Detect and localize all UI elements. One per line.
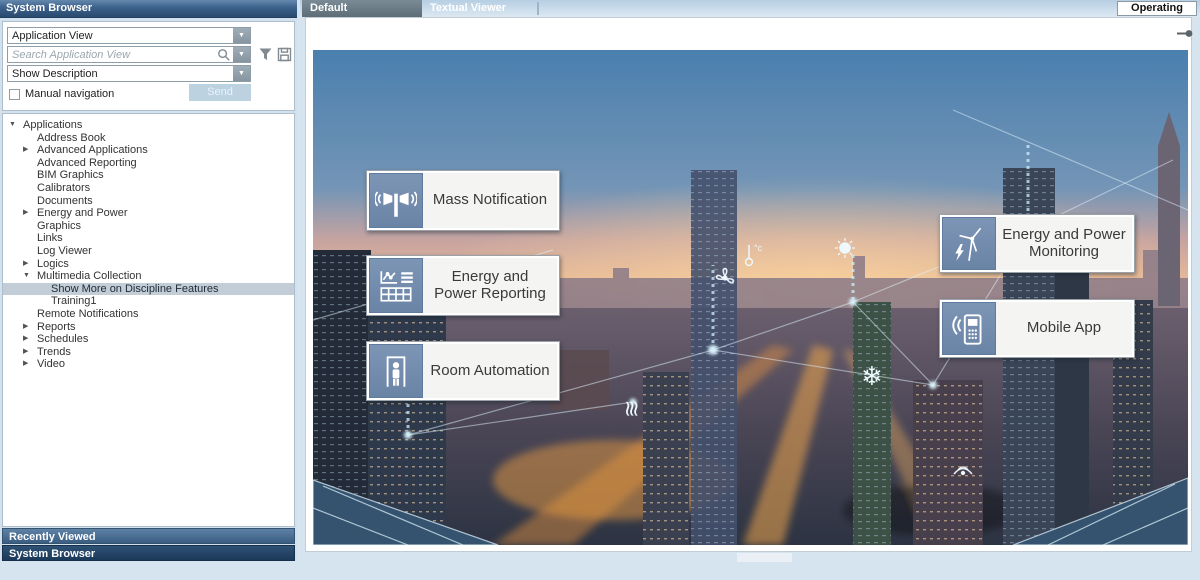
tree-item[interactable]: ▶Video <box>3 358 294 371</box>
tree-item-label: Advanced Applications <box>36 144 148 157</box>
chevron-expanded-icon[interactable]: ▼ <box>23 270 36 283</box>
tree-item-label: Address Book <box>36 132 105 145</box>
tree-item-label: Documents <box>36 195 93 208</box>
tree-item[interactable]: ▶Energy and Power <box>3 207 294 220</box>
report-chart-icon <box>369 258 423 313</box>
mobile-phone-icon <box>942 302 996 355</box>
save-icon[interactable] <box>277 47 293 63</box>
send-button[interactable]: Send <box>189 84 251 101</box>
tree-item[interactable]: Graphics <box>3 220 294 233</box>
tree-item[interactable]: ▶Logics <box>3 258 294 271</box>
svg-text:°c: °c <box>754 243 763 253</box>
content-pane: °c ❄ ≋ <box>305 17 1192 552</box>
chevron-collapsed-icon[interactable]: ▶ <box>23 144 36 157</box>
tree-item-label: Reports <box>36 321 76 334</box>
tree-item-label: Video <box>36 358 65 371</box>
chevron-expanded-icon[interactable]: ▼ <box>9 119 22 132</box>
view-selector-value: Application View <box>8 30 233 42</box>
snowflake-icon: ❄ <box>861 361 883 391</box>
tab-textual-viewer[interactable]: Textual Viewer <box>422 0 535 17</box>
tree-item-label: Energy and Power <box>36 207 128 220</box>
mobile-app-button[interactable]: Mobile App <box>939 299 1135 358</box>
loudspeaker-icon <box>369 173 423 228</box>
mass-notification-button[interactable]: Mass Notification <box>366 170 560 231</box>
energy-power-reporting-button[interactable]: Energy and Power Reporting <box>366 255 560 316</box>
tree-item[interactable]: Advanced Reporting <box>3 157 294 170</box>
tab-default[interactable]: Default <box>302 0 422 17</box>
tree-item-label: Log Viewer <box>36 245 92 258</box>
tree-item-label: Schedules <box>36 333 88 346</box>
filter-icon[interactable] <box>258 47 274 63</box>
overlay-button-label: Room Automation <box>423 344 557 398</box>
system-browser-panel: System Browser Application View ▼ ▼ Show… <box>0 0 297 561</box>
tree-item-label: Applications <box>22 119 82 132</box>
overlay-button-label: Energy and Power Monitoring <box>996 217 1132 270</box>
tree-item[interactable]: ▶Advanced Applications <box>3 144 294 157</box>
tree-item-label: Show More on Discipline Features <box>50 283 219 296</box>
tree: ▼ApplicationsAddress Book▶Advanced Appli… <box>2 113 295 527</box>
tree-item-label: BIM Graphics <box>36 169 104 182</box>
tree-item-label: Logics <box>36 258 69 271</box>
tree-item[interactable]: Log Viewer <box>3 245 294 258</box>
tree-item-label: Links <box>36 232 63 245</box>
energy-power-monitoring-button[interactable]: Energy and Power Monitoring <box>939 214 1135 273</box>
tree-item[interactable]: ▶Schedules <box>3 333 294 346</box>
chevron-collapsed-icon[interactable]: ▶ <box>23 333 36 346</box>
tree-item-label: Multimedia Collection <box>36 270 142 283</box>
tab-strip: Default Textual Viewer Operating <box>300 0 1200 17</box>
tree-item[interactable]: Documents <box>3 195 294 208</box>
city-scene-image: °c ❄ ≋ <box>313 50 1188 545</box>
tree-item[interactable]: Calibrators <box>3 182 294 195</box>
tab-separator <box>537 2 539 15</box>
search-input[interactable] <box>8 47 217 62</box>
search-icon[interactable] <box>217 48 233 62</box>
tree-item[interactable]: ▶Reports <box>3 321 294 334</box>
tree-item-label: Remote Notifications <box>36 308 139 321</box>
heat-waves-icon: ≋ <box>619 400 644 418</box>
tree-item[interactable]: BIM Graphics <box>3 169 294 182</box>
manual-navigation-checkbox[interactable] <box>9 89 20 100</box>
pin-icon[interactable] <box>1177 25 1193 43</box>
chevron-collapsed-icon[interactable]: ▶ <box>23 321 36 334</box>
search-box: ▼ <box>7 46 251 63</box>
recently-viewed-bar[interactable]: Recently Viewed <box>2 528 295 544</box>
chevron-collapsed-icon[interactable]: ▶ <box>23 346 36 359</box>
tree-item[interactable]: Show More on Discipline Features <box>3 283 294 296</box>
operating-button[interactable]: Operating <box>1117 1 1197 16</box>
chevron-collapsed-icon[interactable]: ▶ <box>23 258 36 271</box>
chevron-collapsed-icon[interactable]: ▶ <box>23 207 36 220</box>
tree-item-label: Graphics <box>36 220 81 233</box>
splitter-handle[interactable] <box>737 553 792 562</box>
tree-item[interactable]: Links <box>3 232 294 245</box>
panel-title: System Browser <box>0 0 297 18</box>
manual-navigation-label: Manual navigation <box>25 88 114 100</box>
tree-item-label: Calibrators <box>36 182 90 195</box>
tree-item[interactable]: ▼Applications <box>3 119 294 132</box>
tree-item-label: Training1 <box>50 295 96 308</box>
overlay-button-label: Mobile App <box>996 302 1132 355</box>
view-selector[interactable]: Application View ▼ <box>7 27 251 44</box>
system-browser-bar[interactable]: System Browser <box>2 545 295 561</box>
description-selector[interactable]: Show Description ▼ <box>7 65 251 82</box>
tree-item[interactable]: Address Book <box>3 132 294 145</box>
tree-item[interactable]: Training1 <box>3 295 294 308</box>
tree-item-label: Trends <box>36 346 71 359</box>
chevron-collapsed-icon[interactable]: ▶ <box>23 358 36 371</box>
chevron-down-icon[interactable]: ▼ <box>233 28 250 43</box>
browser-controls: Application View ▼ ▼ Show Description ▼ … <box>2 21 295 111</box>
tree-item-label: Advanced Reporting <box>36 157 137 170</box>
chevron-down-icon[interactable]: ▼ <box>233 66 250 81</box>
chevron-down-icon[interactable]: ▼ <box>233 47 250 62</box>
room-automation-button[interactable]: Room Automation <box>366 341 560 401</box>
person-door-icon <box>369 344 423 398</box>
overlay-button-label: Mass Notification <box>423 173 557 228</box>
tree-item[interactable]: ▶Trends <box>3 346 294 359</box>
overlay-button-label: Energy and Power Reporting <box>423 258 557 313</box>
description-selector-value: Show Description <box>8 68 233 80</box>
tree-item[interactable]: Remote Notifications <box>3 308 294 321</box>
tree-item[interactable]: ▼Multimedia Collection <box>3 270 294 283</box>
wind-turbine-icon <box>942 217 996 270</box>
